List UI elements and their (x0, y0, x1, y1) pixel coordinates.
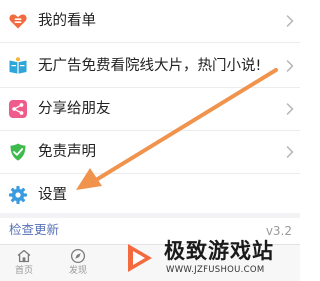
home-icon (17, 249, 31, 263)
section-gap (0, 213, 300, 218)
share-icon (8, 99, 28, 119)
menu-item-share[interactable]: 分享给朋友 (0, 88, 300, 130)
navigate-icon (70, 248, 86, 264)
menu-item-label: 免责声明 (38, 144, 96, 160)
gear-icon (8, 185, 28, 205)
menu-item-my-watchlist[interactable]: 我的看单 (0, 0, 300, 42)
menu-item-label: 无广告免费看院线大片，热门小说! (38, 58, 262, 74)
menu-item-label: 我的看单 (38, 13, 96, 29)
menu-item-label: 设置 (38, 187, 67, 203)
menu-item-label: 分享给朋友 (38, 101, 111, 117)
menu-item-settings[interactable]: 设置 (0, 174, 300, 216)
tab-label: 发现 (68, 266, 87, 276)
chevron-right-icon (286, 103, 294, 115)
chevron-right-icon (286, 146, 294, 158)
divider (0, 42, 300, 43)
tab-discover[interactable]: 发现 (56, 248, 100, 280)
heart-list-icon (8, 11, 28, 31)
check-update-link[interactable]: 检查更新 (9, 222, 59, 238)
menu-item-disclaimer[interactable]: 免责声明 (0, 131, 300, 173)
chevron-right-icon (286, 60, 294, 72)
chevron-right-icon (286, 15, 294, 27)
tab-home[interactable]: 首页 (2, 248, 46, 280)
site-watermark: 极致游戏站 WWW.JZFUSHOU.COM (118, 236, 300, 280)
shield-icon (8, 142, 28, 162)
book-icon (8, 56, 28, 76)
watermark-logo (128, 244, 152, 272)
menu-item-ad-free-movies[interactable]: 无广告免费看院线大片，热门小说! (0, 45, 300, 87)
tab-label: 首页 (14, 266, 33, 276)
watermark-url: WWW.JZFUSHOU.COM (166, 265, 265, 275)
watermark-title: 极致游戏站 (164, 239, 274, 263)
